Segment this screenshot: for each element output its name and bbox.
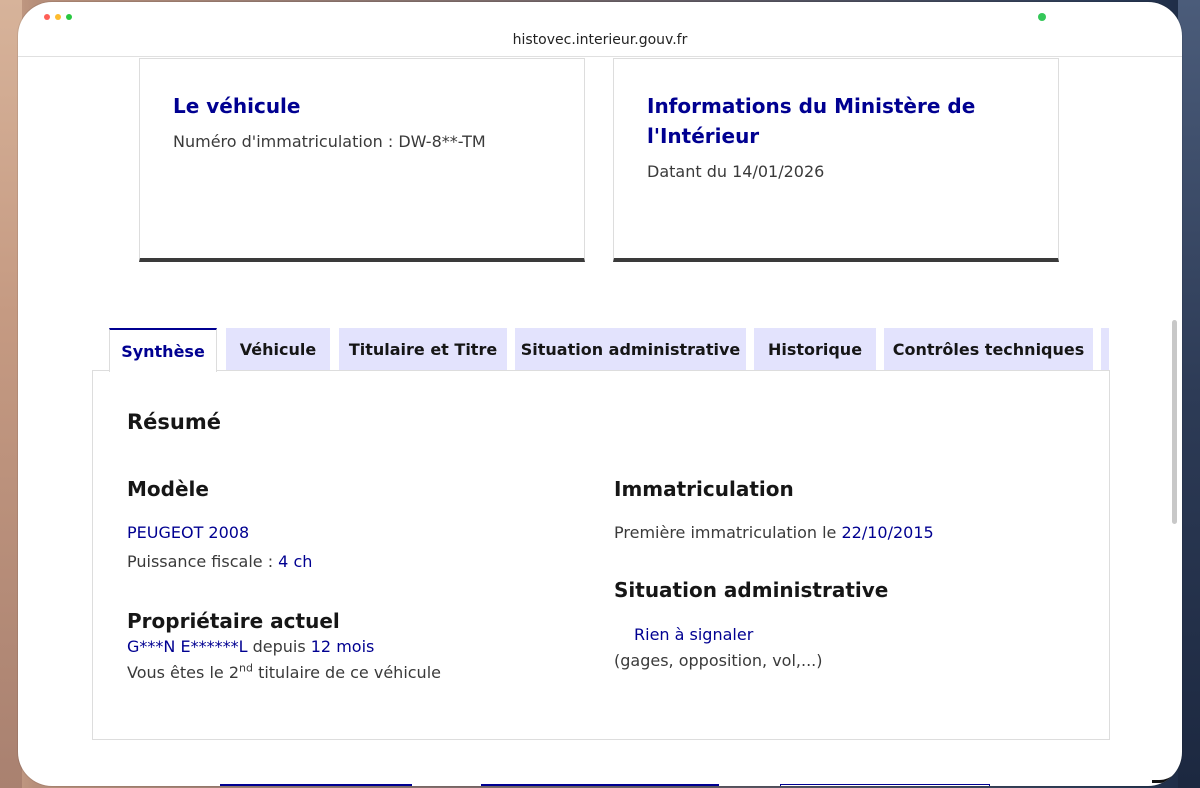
fiscal-power: Puissance fiscale : 4 ch <box>127 550 312 574</box>
admin-status: Rien à signaler <box>634 625 754 644</box>
first-registration-date: 22/10/2015 <box>841 523 934 542</box>
minimize-dot-icon[interactable] <box>55 14 61 20</box>
bottom-button-1[interactable] <box>220 784 412 786</box>
tab-situation-administrative[interactable]: Situation administrative <box>515 328 746 370</box>
ministry-info-card: Informations du Ministère de l'Intérieur… <box>613 58 1059 262</box>
fiscal-power-label: Puissance fiscale : <box>127 552 274 571</box>
tab-historique[interactable]: Historique <box>754 328 876 370</box>
model-heading: Modèle <box>127 477 209 501</box>
first-registration-label: Première immatriculation le <box>614 523 837 542</box>
owner-since-label: depuis <box>252 637 306 656</box>
browser-window: histovec.interieur.gouv.fr Le véhicule N… <box>18 2 1182 786</box>
tab-overflow[interactable] <box>1101 328 1109 370</box>
address-bar[interactable]: histovec.interieur.gouv.fr <box>18 32 1182 48</box>
registration-heading: Immatriculation <box>614 477 794 501</box>
tab-titulaire[interactable]: Titulaire et Titre <box>339 328 507 370</box>
ministry-card-title-line1: Informations du Ministère de <box>647 94 976 118</box>
close-dot-icon[interactable] <box>44 14 50 20</box>
scrollbar[interactable] <box>1172 320 1177 524</box>
zoom-dot-icon[interactable] <box>66 14 72 20</box>
window-controls <box>44 14 72 20</box>
status-indicator-icon <box>1038 13 1046 21</box>
owner-rank-prefix: Vous êtes le 2 <box>127 663 239 682</box>
registration-number: Numéro d'immatriculation : DW-8**-TM <box>173 132 486 151</box>
tab-synthese[interactable]: Synthèse <box>109 328 217 372</box>
synthese-panel: Résumé Modèle PEUGEOT 2008 Puissance fis… <box>92 370 1110 740</box>
fiscal-power-value: 4 ch <box>278 552 313 571</box>
owner-heading: Propriétaire actuel <box>127 609 340 633</box>
owner-rank-suffix: titulaire de ce véhicule <box>258 663 441 682</box>
data-date: Datant du 14/01/2026 <box>647 162 825 181</box>
first-registration: Première immatriculation le 22/10/2015 <box>614 521 934 545</box>
tab-controles-techniques[interactable]: Contrôles techniques <box>884 328 1093 370</box>
toolbar-divider <box>18 56 1182 57</box>
admin-situation-heading: Situation administrative <box>614 578 889 602</box>
owner-rank-sup: nd <box>239 661 253 675</box>
model-name: PEUGEOT 2008 <box>127 523 250 542</box>
owner-line: G***N E******L depuis 12 mois <box>127 635 374 659</box>
admin-details: (gages, opposition, vol,...) <box>614 651 823 670</box>
ministry-card-title-line2: l'Intérieur <box>647 124 760 148</box>
owner-since-value: 12 mois <box>310 637 375 656</box>
owner-name: G***N E******L <box>127 637 248 656</box>
bottom-button-2[interactable] <box>481 784 719 786</box>
summary-heading: Résumé <box>127 410 221 434</box>
tab-vehicule[interactable]: Véhicule <box>226 328 330 370</box>
bottom-button-3[interactable] <box>780 784 990 786</box>
vehicle-card: Le véhicule Numéro d'immatriculation : D… <box>139 58 585 262</box>
owner-rank: Vous êtes le 2nd titulaire de ce véhicul… <box>127 661 441 685</box>
vehicle-card-title: Le véhicule <box>173 94 301 118</box>
